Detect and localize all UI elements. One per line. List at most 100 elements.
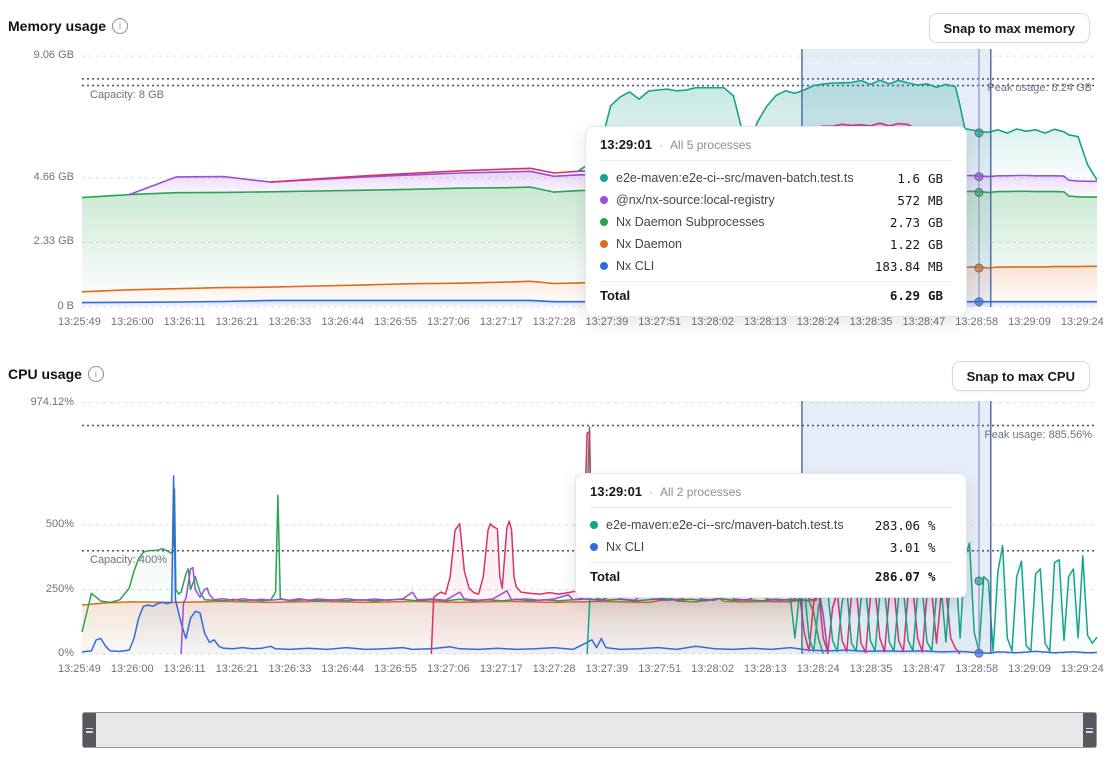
y-tick-label: 9.06 GB [4,49,74,61]
info-icon[interactable]: i [112,18,128,34]
process-unit: MB [928,259,952,274]
process-name: Nx CLI [616,259,867,273]
x-tick-label: 13:26:00 [111,663,154,675]
reference-label: Peak usage: 8.24 GB [987,82,1092,94]
series-color-dot [600,240,608,248]
x-tick-label: 13:29:24 [1061,663,1104,675]
tooltip-time: 13:29:01 [590,484,642,499]
process-unit: % [928,518,952,533]
total-label: Total [600,288,882,303]
cpu-section-title: CPU usage i [8,366,104,382]
x-tick-label: 13:27:51 [638,663,681,675]
process-value: 1.22 [890,237,920,252]
hover-marker [975,188,983,196]
y-tick-label: 0 B [4,300,74,312]
snap-to-max-memory-button[interactable]: Snap to max memory [929,13,1091,43]
series-color-dot [600,262,608,270]
x-tick-label: 13:27:28 [533,316,576,328]
process-value: 183.84 [875,259,920,274]
x-tick-label: 13:27:51 [638,316,681,328]
process-value: 1.6 [897,171,920,186]
tooltip-total-row: Total 6.29 GB [600,281,952,308]
process-unit: GB [928,237,952,252]
x-tick-label: 13:26:33 [269,663,312,675]
x-tick-label: 13:28:47 [902,316,945,328]
process-name: Nx Daemon [616,237,882,251]
process-unit: GB [928,171,952,186]
series-color-dot [600,218,608,226]
hover-marker [975,129,983,137]
x-tick-label: 13:28:24 [797,663,840,675]
x-tick-label: 13:28:02 [691,316,734,328]
scrollbar-track[interactable] [96,713,1083,747]
x-tick-label: 13:28:13 [744,663,787,675]
tooltip-process-row: Nx Daemon Subprocesses2.73GB [600,211,952,233]
x-tick-label: 13:28:58 [955,316,998,328]
tooltip-process-row: Nx Daemon 1.22 GB [600,233,952,255]
y-tick-label: 0% [4,647,74,659]
timeline-scrollbar[interactable] [82,712,1097,748]
memory-x-axis: 13:25:4913:26:0013:26:1113:26:2113:26:33… [58,316,1104,328]
x-tick-label: 13:27:39 [585,663,628,675]
tooltip-separator: · [649,485,653,499]
tooltip-subtitle: All 2 processes [660,485,741,499]
series-color-dot [590,521,598,529]
y-tick-label: 2.33 GB [4,235,74,247]
series-color-dot [590,543,598,551]
hover-marker [975,298,983,306]
x-tick-label: 13:28:02 [691,663,734,675]
total-unit: GB [928,288,952,303]
total-value: 286.07 [875,569,920,584]
process-name: e2e-maven:e2e-ci--src/maven-batch.test.t… [616,171,889,185]
scrollbar-right-handle[interactable] [1083,713,1096,747]
x-tick-label: 13:29:09 [1008,316,1051,328]
tooltip-header: 13:29:01 · All 5 processes [600,137,952,161]
memory-section-title: Memory usage i [8,18,128,34]
reference-label: Capacity: 8 GB [90,89,164,101]
series-color-dot [600,196,608,204]
cpu-x-axis: 13:25:49 13:26:00 13:26:11 13:26:21 13:26:33… [58,663,1104,675]
x-tick-label: 13:27:28 [533,663,576,675]
snap-to-max-cpu-button[interactable]: Snap to max CPU [952,361,1090,391]
hover-marker [975,173,983,181]
process-value: 572 [897,193,920,208]
process-name: e2e-maven:e2e-ci--src/maven-batch.test.t… [606,518,867,532]
x-tick-label: 13:27:06 [427,663,470,675]
x-tick-label: 13:26:55 [374,316,417,328]
process-name: Nx CLI [606,540,882,554]
x-tick-label: 13:27:06 [427,316,470,328]
process-unit: MB [928,193,952,208]
tooltip-process-row: e2e-maven:e2e-ci--src/maven-batch.test.t… [600,167,952,189]
tooltip-total-row: Total 286.07 % [590,562,952,589]
cpu-tooltip: 13:29:01 · All 2 processes e2e-maven:e2e… [575,473,967,598]
tooltip-subtitle: All 5 processes [670,138,751,152]
reference-label: Capacity: 400% [90,554,167,566]
x-tick-label: 13:26:00 [111,316,154,328]
y-tick-label: 500% [4,518,74,530]
x-tick-label: 13:26:21 [216,663,259,675]
x-tick-label: 13:26:11 [164,663,206,675]
hover-marker [975,649,983,657]
x-tick-label: 13:26:33 [269,316,312,328]
tooltip-process-row: Nx CLI 183.84 MB [600,255,952,277]
x-tick-label: 13:28:24 [797,316,840,328]
x-tick-label: 13:28:47 [902,663,945,675]
tooltip-process-row: @nx/nx-source:local-registry572MB [600,189,952,211]
info-icon[interactable]: i [88,366,104,382]
x-tick-label: 13:26:11 [164,316,206,328]
memory-title-text: Memory usage [8,18,106,34]
process-value: 3.01 [890,540,920,555]
x-tick-label: 13:27:17 [480,663,523,675]
x-tick-label: 13:28:58 [955,663,998,675]
x-tick-label: 13:25:49 [58,663,101,675]
y-tick-label: 974.12% [4,396,74,408]
scrollbar-left-handle[interactable] [83,713,96,747]
performance-dashboard: Memory usage i Snap to max memory 9.06 G… [0,0,1118,761]
x-tick-label: 13:27:17 [480,316,523,328]
y-tick-label: 4.66 GB [4,171,74,183]
x-tick-label: 13:26:55 [374,663,417,675]
total-label: Total [590,569,867,584]
series-color-dot [600,174,608,182]
cpu-title-text: CPU usage [8,366,82,382]
tooltip-separator: · [659,138,663,152]
